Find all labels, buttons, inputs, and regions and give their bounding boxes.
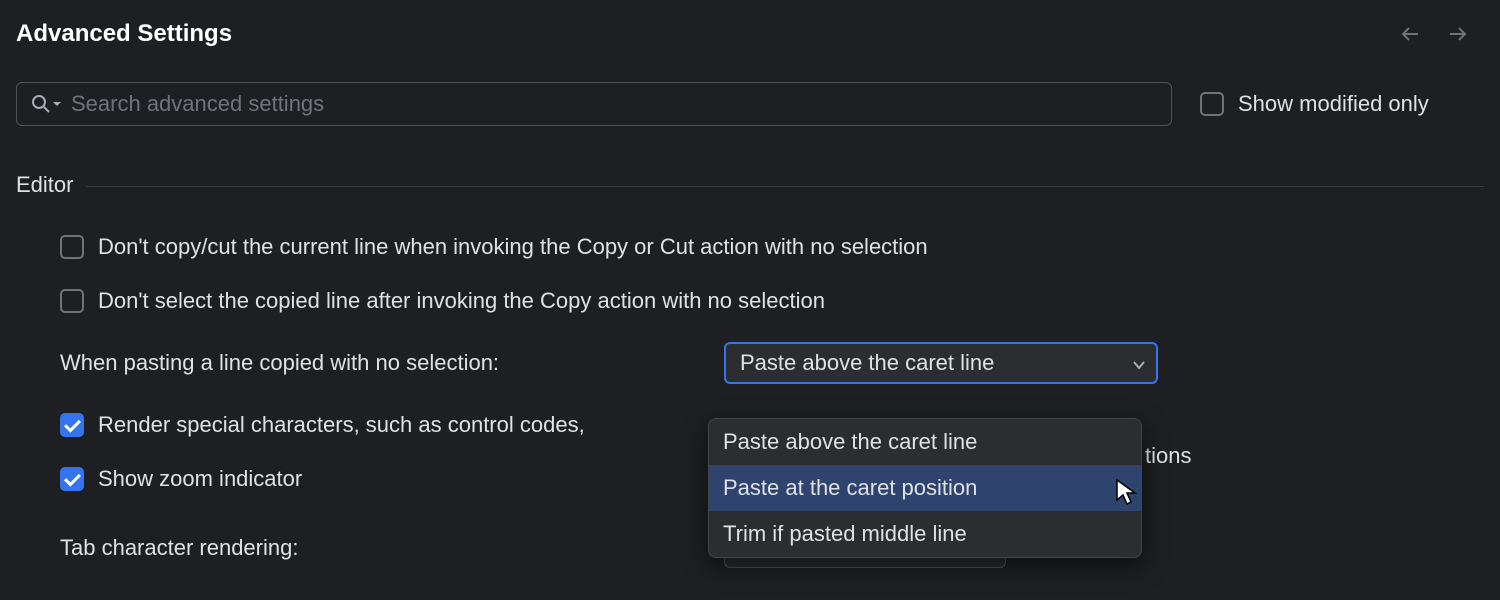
chevron-down-icon xyxy=(53,100,61,108)
nav-arrows xyxy=(1398,24,1484,44)
forward-button[interactable] xyxy=(1444,24,1472,44)
render-special-checkbox[interactable] xyxy=(60,413,84,437)
arrow-left-icon xyxy=(1398,24,1426,44)
no-select-copied-label: Don't select the copied line after invok… xyxy=(98,288,825,314)
render-special-label-overflow: tions xyxy=(1145,443,1191,469)
chevron-down-icon xyxy=(1132,350,1146,376)
search-input[interactable] xyxy=(71,91,1157,117)
paste-behavior-combobox[interactable]: Paste above the caret line xyxy=(724,342,1158,384)
setting-no-copy-cut: Don't copy/cut the current line when inv… xyxy=(60,234,1484,260)
page-title: Advanced Settings xyxy=(16,20,232,48)
show-modified-checkbox[interactable] xyxy=(1200,92,1224,116)
zoom-indicator-label: Show zoom indicator xyxy=(98,466,302,492)
render-special-label: Render special characters, such as contr… xyxy=(98,412,585,438)
no-copy-cut-label: Don't copy/cut the current line when inv… xyxy=(98,234,928,260)
setting-no-select-copied: Don't select the copied line after invok… xyxy=(60,288,1484,314)
no-copy-cut-checkbox[interactable] xyxy=(60,235,84,259)
back-button[interactable] xyxy=(1398,24,1426,44)
zoom-indicator-checkbox[interactable] xyxy=(60,467,84,491)
paste-behavior-value: Paste above the caret line xyxy=(740,350,994,376)
paste-behavior-label: When pasting a line copied with no selec… xyxy=(60,350,710,376)
no-select-copied-checkbox[interactable] xyxy=(60,289,84,313)
paste-behavior-dropdown: Paste above the caret line Paste at the … xyxy=(708,418,1142,558)
arrow-right-icon xyxy=(1444,24,1472,44)
search-box[interactable] xyxy=(16,82,1172,126)
section-header-editor: Editor xyxy=(16,172,1484,198)
show-modified-label: Show modified only xyxy=(1238,91,1429,117)
tab-rendering-label: Tab character rendering: xyxy=(60,535,710,561)
dropdown-option-trim[interactable]: Trim if pasted middle line xyxy=(709,511,1141,557)
dropdown-option-paste-above[interactable]: Paste above the caret line xyxy=(709,419,1141,465)
dropdown-option-paste-caret[interactable]: Paste at the caret position xyxy=(709,465,1141,511)
show-modified-row: Show modified only xyxy=(1200,91,1429,117)
setting-paste-behavior: When pasting a line copied with no selec… xyxy=(60,342,1484,384)
search-icon xyxy=(31,94,61,114)
